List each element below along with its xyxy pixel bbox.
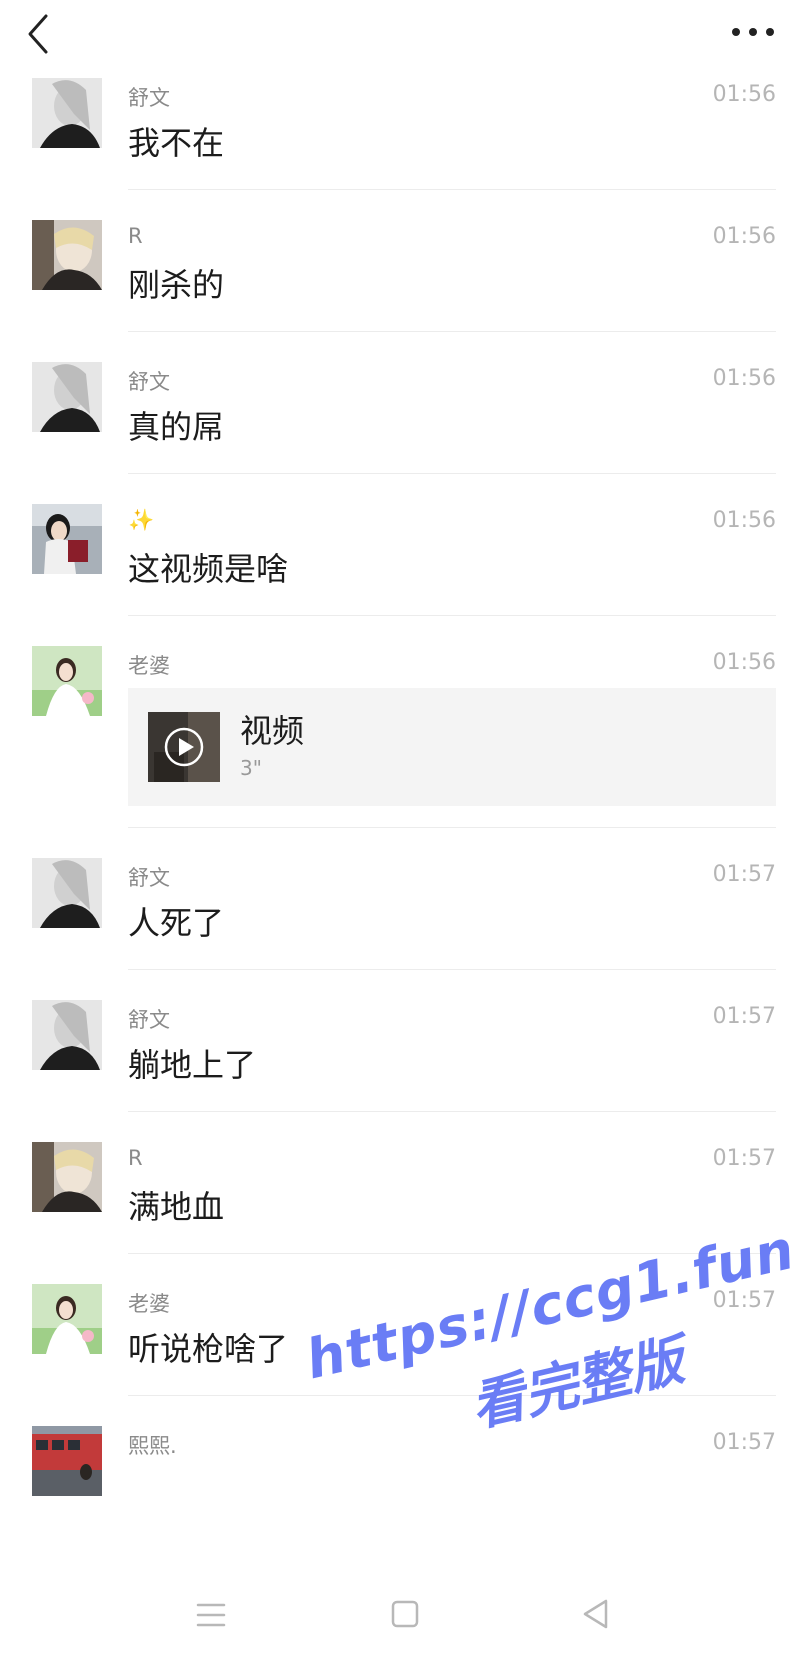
message-text: 刚杀的: [128, 266, 225, 304]
sender-name: 熙熙.: [128, 1434, 177, 1458]
avatar[interactable]: [32, 858, 102, 928]
avatar[interactable]: [32, 1426, 102, 1496]
system-nav-bar: [0, 1572, 800, 1662]
video-duration: 3": [240, 756, 262, 780]
sender-name: R: [128, 224, 143, 248]
sender-name: ✨: [128, 508, 155, 532]
message-time: 01:56: [712, 82, 776, 107]
triangle-back-icon[interactable]: [580, 1598, 612, 1630]
avatar[interactable]: [32, 1284, 102, 1354]
sender-name: 老婆: [128, 654, 170, 678]
message-time: 01:56: [712, 650, 776, 675]
more-dots-icon[interactable]: [730, 22, 776, 42]
message-row[interactable]: 舒文 01:57 躺地上了: [0, 970, 800, 1112]
message-text: 躺地上了: [128, 1046, 257, 1084]
message-row[interactable]: ✨ 01:56 这视频是啥: [0, 474, 800, 616]
message-text: 我不在: [128, 124, 225, 162]
sender-name: 舒文: [128, 370, 170, 394]
video-thumbnail[interactable]: [148, 712, 220, 782]
square-home-icon[interactable]: [390, 1599, 420, 1629]
message-row[interactable]: 舒文 01:57 人死了: [0, 828, 800, 970]
chevron-left-icon[interactable]: [24, 12, 56, 56]
video-title: 视频: [240, 712, 305, 750]
avatar[interactable]: [32, 1142, 102, 1212]
avatar[interactable]: [32, 504, 102, 574]
message-text: 听说枪啥了: [128, 1330, 289, 1368]
message-time: 01:57: [712, 1430, 776, 1455]
avatar[interactable]: [32, 362, 102, 432]
sender-name: 舒文: [128, 866, 170, 890]
message-time: 01:56: [712, 366, 776, 391]
avatar[interactable]: [32, 646, 102, 716]
message-row[interactable]: 舒文 01:56 真的屌: [0, 332, 800, 474]
message-time: 01:57: [712, 1288, 776, 1313]
message-text: 满地血: [128, 1188, 225, 1226]
message-time: 01:57: [712, 862, 776, 887]
message-time: 01:56: [712, 508, 776, 533]
message-text: 真的屌: [128, 408, 225, 446]
sender-name: 舒文: [128, 1008, 170, 1032]
message-time: 01:57: [712, 1146, 776, 1171]
message-time: 01:57: [712, 1004, 776, 1029]
message-row[interactable]: R 01:57 满地血: [0, 1112, 800, 1254]
top-bar: [0, 0, 800, 72]
video-message-card[interactable]: 视频 3": [128, 688, 776, 806]
message-row[interactable]: 老婆 01:57 听说枪啥了: [0, 1254, 800, 1396]
message-row[interactable]: R 01:56 刚杀的: [0, 190, 800, 332]
avatar[interactable]: [32, 1000, 102, 1070]
sender-name: 舒文: [128, 86, 170, 110]
message-time: 01:56: [712, 224, 776, 249]
message-text: 这视频是啥: [128, 550, 289, 588]
menu-lines-icon[interactable]: [196, 1602, 226, 1628]
message-row[interactable]: 熙熙. 01:57: [0, 1396, 800, 1572]
sender-name: R: [128, 1146, 143, 1170]
message-row[interactable]: 舒文 01:56 我不在: [0, 72, 800, 190]
avatar[interactable]: [32, 78, 102, 148]
message-row[interactable]: 老婆 01:56 视频 3": [0, 616, 800, 828]
sender-name: 老婆: [128, 1292, 170, 1316]
avatar[interactable]: [32, 220, 102, 290]
message-text: 人死了: [128, 904, 225, 942]
